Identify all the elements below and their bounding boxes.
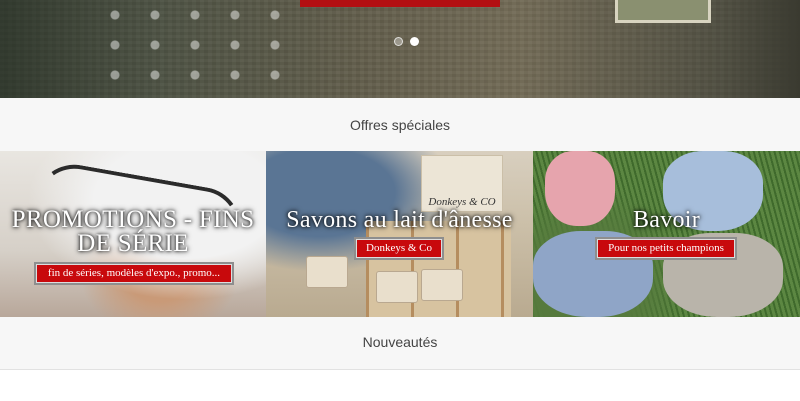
offers-tiles: PROMOTIONS - FINS DE SÉRIE fin de séries…	[0, 151, 800, 317]
soap-item	[376, 271, 418, 303]
soap-item	[306, 256, 348, 288]
offer-tile-promotions[interactable]: PROMOTIONS - FINS DE SÉRIE fin de séries…	[0, 151, 266, 317]
petits-champions-button[interactable]: Pour nos petits champions	[595, 237, 737, 260]
offer-tile-savons[interactable]: Donkeys & CO Savons au lait d'ânesse Don…	[266, 151, 533, 317]
hero-red-band	[300, 0, 500, 7]
offer-tile-bavoir[interactable]: Bavoir Pour nos petits champions	[533, 151, 800, 317]
promotions-button[interactable]: fin de séries, modèles d'expo., promo...	[34, 262, 234, 285]
hero-window-image	[615, 0, 711, 23]
new-section-title: Nouveautés	[362, 334, 438, 350]
offers-section-title: Offres spéciales	[349, 117, 451, 133]
slider-dot-1[interactable]	[394, 37, 403, 46]
soap-item	[421, 269, 463, 301]
donkeys-co-button[interactable]: Donkeys & Co	[354, 237, 444, 260]
hero-image-pattern	[95, 0, 295, 98]
new-products-panel	[0, 369, 800, 401]
hero-slider[interactable]	[0, 0, 800, 98]
slider-dot-2[interactable]	[410, 37, 419, 46]
offer-tile-title: Bavoir	[632, 207, 701, 233]
offer-tile-title: PROMOTIONS - FINS DE SÉRIE	[11, 206, 255, 257]
offer-tile-title: Savons au lait d'ânesse	[286, 207, 513, 233]
donkeys-logo-card: Donkeys & CO	[421, 155, 503, 212]
